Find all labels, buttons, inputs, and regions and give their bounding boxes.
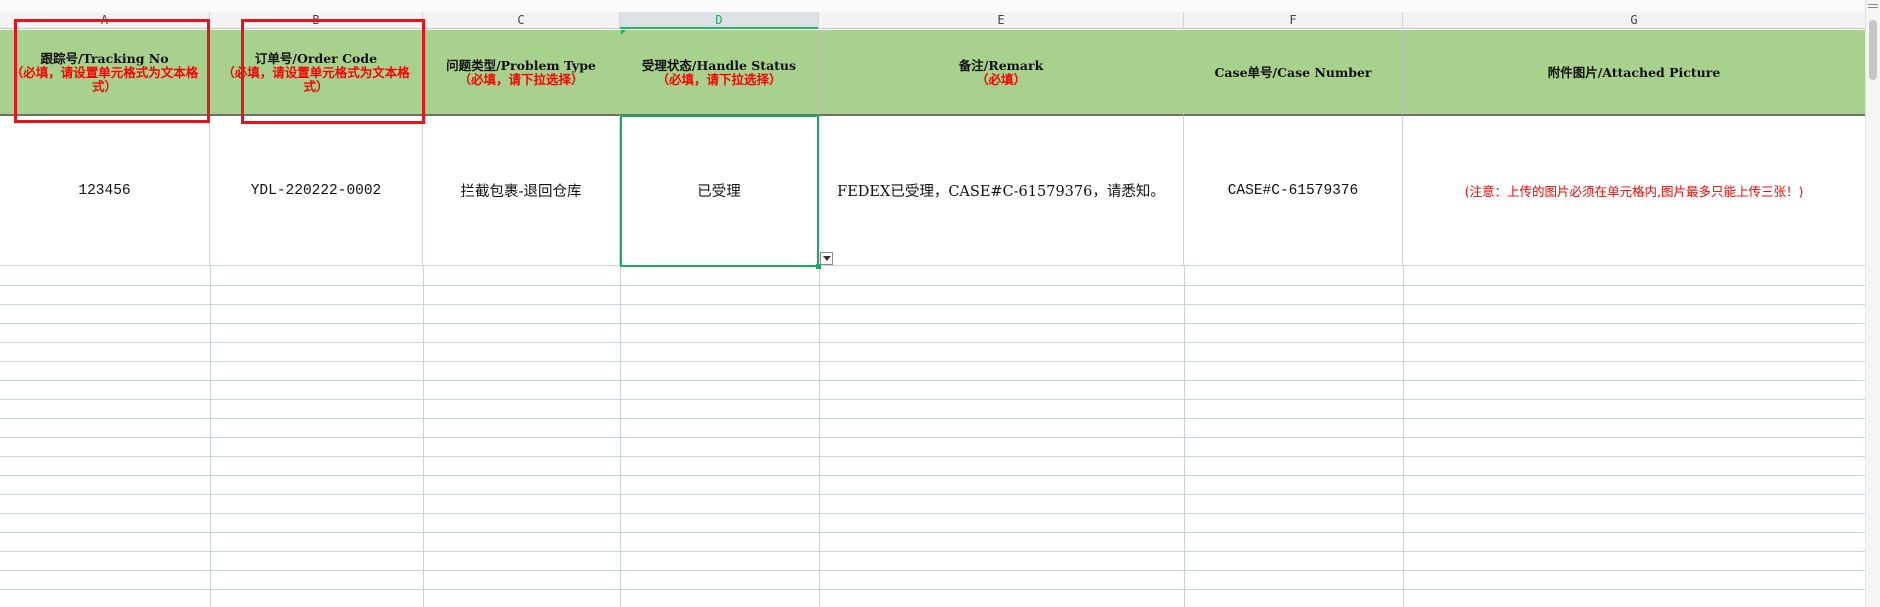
header-title: 问题类型/Problem Type — [446, 57, 596, 73]
column-header-f[interactable]: F — [1184, 12, 1403, 29]
column-header-g[interactable]: G — [1403, 12, 1866, 29]
cell-attached-picture[interactable]: (注意：上传的图片必须在单元格内,图片最多只能上传三张！) — [1403, 116, 1866, 266]
grid-row — [0, 399, 1866, 400]
grid-row — [0, 570, 1866, 571]
grid-row — [0, 513, 1866, 514]
header-title: 跟踪号/Tracking No — [40, 50, 169, 66]
scrollbar-grip-icon — [1868, 4, 1878, 5]
dropdown-list-button[interactable] — [820, 252, 833, 265]
cell-remark[interactable]: FEDEX已受理，CASE#C-61579376，请悉知。 — [819, 116, 1184, 266]
grid-row — [0, 551, 1866, 552]
grid-row — [0, 323, 1866, 324]
header-required-note: （必填，请下拉选择） — [458, 71, 584, 87]
grid-row — [0, 532, 1866, 533]
grid-row — [0, 589, 1866, 590]
grid-row — [0, 342, 1866, 343]
header-title: 附件图片/Attached Picture — [1547, 64, 1721, 80]
grid-row — [0, 418, 1866, 419]
grid-row — [0, 304, 1866, 305]
grid-row — [0, 285, 1866, 286]
chevron-down-icon — [822, 256, 831, 261]
grid-row — [0, 456, 1866, 457]
grid-row — [0, 361, 1866, 362]
header-cell-order-code[interactable]: 订单号/Order Code （必填，请设置单元格式为文本格式） — [210, 30, 423, 116]
header-cell-problem-type[interactable]: 问题类型/Problem Type （必填，请下拉选择） — [423, 30, 620, 116]
cell-case-number[interactable]: CASE#C-61579376 — [1184, 116, 1403, 266]
header-title: 备注/Remark — [958, 57, 1044, 73]
cell-tracking-no[interactable]: 123456 — [0, 116, 210, 266]
vertical-scrollbar[interactable] — [1865, 0, 1880, 607]
header-required-note: （必填，请设置单元格式为文本格式） — [222, 64, 410, 94]
column-header-e[interactable]: E — [819, 12, 1184, 29]
cell-comment-marker-icon — [621, 30, 626, 35]
header-required-note: （必填，请设置单元格式为文本格式） — [10, 64, 199, 94]
column-header-a[interactable]: A — [0, 12, 210, 29]
spreadsheet-grid[interactable]: A B C D E F G 跟踪号/Tracking No （必填，请设置单元格… — [0, 0, 1867, 607]
column-header-c[interactable]: C — [423, 12, 620, 29]
header-cell-remark[interactable]: 备注/Remark （必填） — [819, 30, 1184, 116]
column-header-d[interactable]: D — [620, 12, 819, 29]
column-header-b[interactable]: B — [210, 12, 423, 29]
header-cell-attached-picture[interactable]: 附件图片/Attached Picture — [1403, 30, 1866, 116]
header-cell-tracking-no[interactable]: 跟踪号/Tracking No （必填，请设置单元格式为文本格式） — [0, 30, 210, 116]
header-title: 订单号/Order Code — [254, 50, 378, 66]
grid-row — [0, 475, 1866, 476]
cell-order-code[interactable]: YDL-220222-0002 — [210, 116, 423, 266]
header-title: 受理状态/Handle Status — [641, 57, 797, 73]
header-required-note: （必填） — [975, 71, 1026, 87]
header-title: Case单号/Case Number — [1214, 64, 1372, 80]
cell-problem-type[interactable]: 拦截包裹-退回仓库 — [423, 116, 620, 266]
header-cell-case-number[interactable]: Case单号/Case Number — [1184, 30, 1403, 116]
grid-row — [0, 380, 1866, 381]
grid-row — [0, 437, 1866, 438]
grid-row — [0, 494, 1866, 495]
header-required-note: （必填，请下拉选择） — [656, 71, 782, 87]
cell-handle-status[interactable]: 已受理 — [620, 116, 819, 266]
scrollbar-thumb[interactable] — [1869, 20, 1877, 80]
header-cell-handle-status[interactable]: 受理状态/Handle Status （必填，请下拉选择） — [620, 30, 819, 116]
